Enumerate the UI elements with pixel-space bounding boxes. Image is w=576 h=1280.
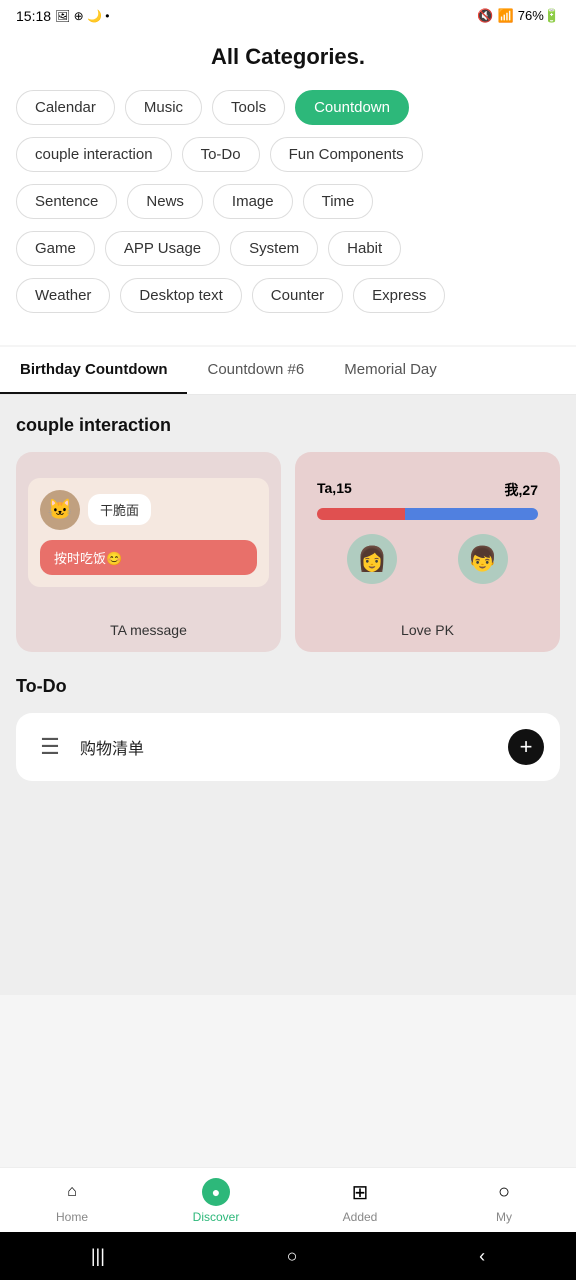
my-icon: ○ xyxy=(490,1178,518,1206)
todo-card-title: 购物清单 xyxy=(80,735,144,759)
categories-section: Calendar Music Tools Countdown couple in… xyxy=(0,90,576,345)
ta-message-label: TA message xyxy=(16,612,281,652)
tab-birthday-countdown[interactable]: Birthday Countdown xyxy=(0,347,187,394)
chip-calendar[interactable]: Calendar xyxy=(16,90,115,125)
chip-express[interactable]: Express xyxy=(353,278,445,313)
love-pk-preview: Ta,15 我,27 👩 👦 xyxy=(295,452,560,612)
love-pk-label: Love PK xyxy=(295,612,560,652)
android-home-button[interactable]: ○ xyxy=(267,1238,318,1275)
ta-message-preview: 🐱 干脆面 按时吃饭😊 xyxy=(16,452,281,612)
pk-scores: Ta,15 我,27 xyxy=(317,480,538,500)
status-bar: 15:18 🖼 ⊕ 🌙 • 🔇 📶 76%🔋 xyxy=(0,0,576,28)
status-time: 15:18 🖼 ⊕ 🌙 • xyxy=(16,8,109,24)
category-row-2: couple interaction To-Do Fun Components xyxy=(16,137,560,172)
category-row-4: Game APP Usage System Habit xyxy=(16,231,560,266)
todo-card-left: ☰ 购物清单 xyxy=(32,729,144,765)
pk-avatar-male: 👦 xyxy=(458,534,508,584)
love-pk-inner: Ta,15 我,27 👩 👦 xyxy=(307,470,548,594)
tab-countdown-6[interactable]: Countdown #6 xyxy=(187,347,324,394)
chip-news[interactable]: News xyxy=(127,184,203,219)
ta-message-card[interactable]: 🐱 干脆面 按时吃饭😊 TA message xyxy=(16,452,281,652)
time-display: 15:18 xyxy=(16,8,51,24)
chip-system[interactable]: System xyxy=(230,231,318,266)
couple-cards-row: 🐱 干脆面 按时吃饭😊 TA message Ta,15 我,27 xyxy=(16,452,560,652)
chip-image[interactable]: Image xyxy=(213,184,293,219)
discover-icon: ● xyxy=(202,1178,230,1206)
nav-my[interactable]: ○ My xyxy=(432,1178,576,1224)
pk-progress-bar xyxy=(317,508,538,520)
todo-list-icon: ☰ xyxy=(32,729,68,765)
nav-my-label: My xyxy=(496,1210,512,1224)
pk-score-me: 我,27 xyxy=(505,480,538,500)
chip-app-usage[interactable]: APP Usage xyxy=(105,231,220,266)
nav-discover[interactable]: ● Discover xyxy=(144,1178,288,1224)
category-row-5: Weather Desktop text Counter Express xyxy=(16,278,560,313)
chip-counter[interactable]: Counter xyxy=(252,278,343,313)
bottom-nav: ⌂ Home ● Discover ⊞ Added ○ My xyxy=(0,1167,576,1232)
love-pk-card[interactable]: Ta,15 我,27 👩 👦 Love PK xyxy=(295,452,560,652)
ta-msg-row-1: 🐱 干脆面 xyxy=(40,490,257,530)
chip-sentence[interactable]: Sentence xyxy=(16,184,117,219)
pk-score-ta: Ta,15 xyxy=(317,480,352,500)
chip-time[interactable]: Time xyxy=(303,184,374,219)
content-area: couple interaction 🐱 干脆面 按时吃饭😊 TA messag… xyxy=(0,395,576,995)
msg-bubble-2: 按时吃饭😊 xyxy=(40,540,257,575)
nav-home-label: Home xyxy=(56,1210,88,1224)
nav-added-label: Added xyxy=(343,1210,378,1224)
chip-couple-interaction[interactable]: couple interaction xyxy=(16,137,172,172)
chip-habit[interactable]: Habit xyxy=(328,231,401,266)
add-todo-button[interactable]: + xyxy=(508,729,544,765)
added-icon: ⊞ xyxy=(346,1178,374,1206)
chip-countdown[interactable]: Countdown xyxy=(295,90,409,125)
chip-desktop-text[interactable]: Desktop text xyxy=(120,278,241,313)
pk-avatars: 👩 👦 xyxy=(317,534,538,584)
nav-discover-label: Discover xyxy=(193,1210,240,1224)
todo-section: To-Do ☰ 购物清单 + xyxy=(16,676,560,781)
home-icon: ⌂ xyxy=(58,1178,86,1206)
pk-bar-red xyxy=(317,508,405,520)
todo-card[interactable]: ☰ 购物清单 + xyxy=(16,713,560,781)
couple-section-title: couple interaction xyxy=(16,415,560,436)
todo-section-title: To-Do xyxy=(16,676,560,697)
category-row-1: Calendar Music Tools Countdown xyxy=(16,90,560,125)
page-title: All Categories. xyxy=(0,28,576,90)
msg-bubble-1: 干脆面 xyxy=(88,494,151,525)
nav-home[interactable]: ⌂ Home xyxy=(0,1178,144,1224)
android-back-button[interactable]: ‹ xyxy=(459,1238,505,1275)
chip-fun-components[interactable]: Fun Components xyxy=(270,137,423,172)
chip-game[interactable]: Game xyxy=(16,231,95,266)
battery-icon: 76%🔋 xyxy=(518,8,560,24)
chip-weather[interactable]: Weather xyxy=(16,278,110,313)
wifi-icon: 📶 xyxy=(498,8,514,24)
cat-avatar: 🐱 xyxy=(40,490,80,530)
pk-avatar-female: 👩 xyxy=(347,534,397,584)
chip-todo[interactable]: To-Do xyxy=(182,137,260,172)
category-row-3: Sentence News Image Time xyxy=(16,184,560,219)
subcategory-tabs: Birthday Countdown Countdown #6 Memorial… xyxy=(0,347,576,395)
tab-memorial-day[interactable]: Memorial Day xyxy=(324,347,457,394)
android-recent-button[interactable]: ||| xyxy=(71,1238,125,1275)
android-nav: ||| ○ ‹ xyxy=(0,1232,576,1280)
mute-icon: 🔇 xyxy=(477,8,493,24)
chip-tools[interactable]: Tools xyxy=(212,90,285,125)
ta-message-inner: 🐱 干脆面 按时吃饭😊 xyxy=(28,478,269,587)
notification-icons: 🖼 ⊕ 🌙 • xyxy=(55,9,109,23)
pk-bar-blue xyxy=(405,508,538,520)
chip-music[interactable]: Music xyxy=(125,90,202,125)
nav-added[interactable]: ⊞ Added xyxy=(288,1178,432,1224)
status-icons: 🔇 📶 76%🔋 xyxy=(477,8,560,24)
